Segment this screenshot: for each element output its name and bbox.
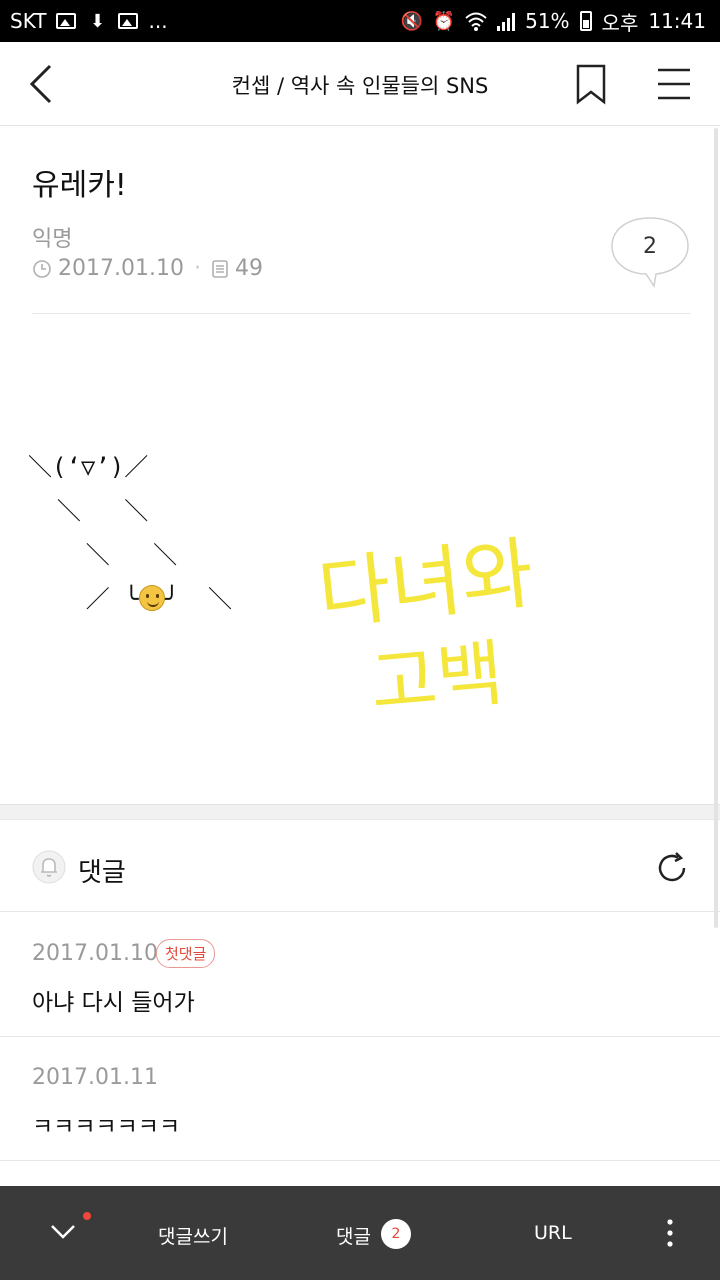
battery-percent: 51% [525,9,570,33]
bookmark-button[interactable] [574,64,608,106]
handwritten-image: 다녀와 고백 [312,520,602,730]
refresh-icon[interactable] [654,850,690,886]
ascii-art: ＼(‘▽’)／ ＼ ＼ ＼ ＼ ／ ╰ ╯ ＼ [28,445,232,621]
comment-item: 2017.01.10 첫댓글 아냐 다시 들어가 [0,913,720,1037]
url-button[interactable]: URL [534,1222,572,1244]
handwriting-line2: 고백 [367,631,506,726]
comment-item: 2017.01.11 ㅋㅋㅋㅋㅋㅋㅋ [0,1037,720,1161]
comment-count-button[interactable]: 2 [610,216,690,288]
clock-time: 11:41 [648,9,706,33]
post-views: 49 [234,256,263,281]
board-title: 컨셉 / 역사 속 인물들의 SNS [231,74,489,98]
comment-text: 아냐 다시 들어가 [32,990,195,1016]
wifi-icon [465,10,487,32]
battery-icon [579,11,592,31]
scrollbar[interactable] [714,128,718,928]
download-icon: ⬇ [89,10,106,32]
divider [32,313,690,314]
post-date: 2017.01.10 [58,256,184,281]
comments-header: 댓글 [0,820,720,912]
write-comment-button[interactable]: 댓글쓰기 [158,1222,228,1249]
comments-count-badge: 2 [380,1218,411,1249]
notification-dot [83,1212,91,1220]
first-comment-badge: 첫댓글 [156,939,216,968]
app-header: 컨셉 / 역사 속 인물들의 SNS [0,42,720,126]
comment-count: 2 [643,234,657,259]
chevron-down-icon[interactable] [48,1216,78,1246]
ascii-fragment: ／ ╰ [28,585,139,613]
comments-button[interactable]: 댓글 2 [336,1218,411,1249]
handwriting-drawing: 다녀와 고백 [314,529,538,726]
ascii-line: ＼ ＼ [28,541,178,569]
signal-icon [497,11,516,31]
meta-separator: · [193,256,201,281]
gallery-notification-icon-2 [118,13,139,29]
more-notifications: ... [148,9,168,33]
mute-icon: 🔇 [400,10,424,32]
post-title: 유레카! [32,168,127,203]
smiley-emoji-icon [138,585,165,611]
bookmark-icon [576,64,606,105]
time-period: 오후 [601,10,639,35]
ascii-line: ／ ╰ ╯ ＼ [28,577,232,621]
ascii-line: ＼(‘▽’)／ [28,453,149,481]
comment-date: 2017.01.10 [32,941,158,966]
carrier-label: SKT [10,9,47,33]
post-meta: 2017.01.10 · 49 [32,256,263,281]
gallery-notification-icon [56,13,77,29]
comment-text: ㅋㅋㅋㅋㅋㅋㅋ [32,1114,181,1140]
views-icon [212,259,228,278]
post-author[interactable]: 익명 [32,221,72,253]
comment-date: 2017.01.11 [32,1065,158,1090]
ascii-fragment: ╯ ＼ [164,585,233,613]
bottom-action-bar: 댓글쓰기 댓글 2 URL [0,1186,720,1280]
handwriting-line1: 다녀와 [314,529,538,641]
bell-icon[interactable] [32,850,66,884]
hamburger-icon [658,68,690,100]
more-vertical-icon[interactable] [664,1216,676,1250]
ascii-line: ＼ ＼ [28,497,149,525]
section-divider [0,804,720,820]
comments-button-label: 댓글 [336,1226,371,1248]
clock-icon [33,259,51,278]
menu-button[interactable] [654,66,694,102]
comments-label: 댓글 [78,858,126,888]
status-bar: SKT ⬇ ... 🔇 ⏰ 51% 오후 11:41 [0,0,720,42]
alarm-icon: ⏰ [432,10,456,32]
